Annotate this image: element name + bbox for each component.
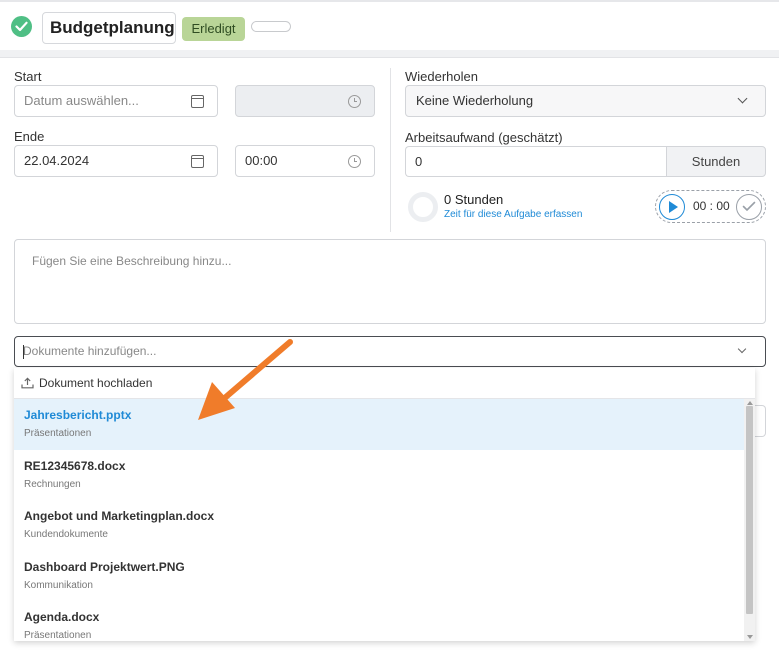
scroll-up-icon[interactable] — [747, 401, 753, 405]
upload-icon — [21, 377, 34, 389]
document-name: Dashboard Projektwert.PNG — [24, 559, 185, 574]
document-name: Angebot und Marketingplan.docx — [24, 509, 215, 523]
list-item[interactable]: RE12345678.docx Rechnungen — [14, 450, 744, 501]
progress-ring — [408, 192, 438, 222]
end-date-field[interactable]: 22.04.2024 — [14, 145, 218, 177]
scroll-down-icon[interactable] — [747, 635, 753, 639]
start-date-field[interactable]: Datum auswählen... — [14, 85, 218, 117]
clock-icon — [348, 95, 361, 108]
document-category: Präsentationen — [24, 428, 92, 439]
document-category: Präsentationen — [24, 630, 92, 641]
hidden-field-edge — [755, 405, 766, 437]
document-name: RE12345678.docx — [24, 458, 126, 473]
repeat-label: Wiederholen — [405, 69, 478, 84]
check-icon[interactable] — [11, 16, 32, 37]
end-label: Ende — [14, 129, 45, 144]
play-icon[interactable] — [659, 194, 685, 220]
column-divider — [390, 68, 391, 232]
tracked-hours: 0 Stunden — [444, 192, 504, 207]
status-badge[interactable]: Erledigt — [182, 17, 245, 41]
document-category: Kundendokumente — [24, 529, 108, 540]
annotation-arrow-icon — [198, 339, 293, 420]
start-date-placeholder: Datum auswählen... — [24, 93, 139, 108]
timer-widget: 00 : 00 — [655, 190, 766, 223]
calendar-icon[interactable] — [191, 155, 204, 168]
task-header: Budgetplanung Erledigt — [0, 0, 779, 50]
document-category: Kommunikation — [24, 579, 93, 591]
clock-icon — [348, 155, 361, 168]
chevron-down-icon — [737, 93, 748, 104]
document-list: Jahresbericht.pptx Präsentationen RE1234… — [14, 399, 744, 641]
document-name: Jahresbericht.pptx — [24, 408, 132, 422]
documents-dropdown: Dokument hochladen Jahresbericht.pptx Pr… — [14, 368, 755, 641]
documents-input[interactable]: Dokumente hinzufügen... — [14, 336, 766, 367]
check-icon[interactable] — [736, 194, 762, 220]
repeat-value: Keine Wiederholung — [416, 93, 534, 108]
effort-input[interactable]: 0 — [405, 146, 667, 177]
repeat-select[interactable]: Keine Wiederholung — [405, 85, 766, 117]
start-time-field[interactable] — [235, 85, 375, 117]
track-time-link[interactable]: Zeit für diese Aufgabe erfassen — [444, 209, 582, 220]
chevron-down-icon[interactable] — [737, 344, 747, 354]
text-caret — [23, 345, 24, 359]
document-category: Rechnungen — [24, 478, 81, 490]
description-textarea[interactable]: Fügen Sie eine Beschreibung hinzu... — [14, 239, 766, 324]
upload-document-option[interactable]: Dokument hochladen — [14, 368, 755, 399]
description-placeholder: Fügen Sie eine Beschreibung hinzu... — [32, 254, 232, 268]
scrollbar[interactable] — [744, 399, 755, 641]
documents-placeholder: Dokumente hinzufügen... — [23, 344, 157, 358]
tag-pill[interactable] — [251, 21, 291, 32]
end-time-field[interactable]: 00:00 — [235, 145, 375, 177]
effort-unit-select[interactable]: Stunden — [666, 146, 766, 177]
task-title-input[interactable]: Budgetplanung — [42, 12, 176, 44]
end-time-value: 00:00 — [245, 153, 278, 168]
calendar-icon[interactable] — [191, 95, 204, 108]
upload-label: Dokument hochladen — [39, 376, 153, 390]
start-label: Start — [14, 69, 42, 84]
list-item[interactable]: Agenda.docx Präsentationen — [14, 601, 744, 641]
end-date-value: 22.04.2024 — [24, 153, 90, 168]
effort-label: Arbeitsaufwand (geschätzt) — [405, 130, 563, 145]
list-item[interactable]: Angebot und Marketingplan.docx Kundendok… — [14, 500, 744, 551]
document-name: Agenda.docx — [24, 610, 100, 624]
list-item[interactable]: Jahresbericht.pptx Präsentationen — [14, 399, 744, 450]
list-item[interactable]: Dashboard Projektwert.PNG Kommunikation — [14, 551, 744, 602]
timer-display: 00 : 00 — [693, 199, 730, 213]
scrollbar-thumb[interactable] — [746, 406, 753, 614]
